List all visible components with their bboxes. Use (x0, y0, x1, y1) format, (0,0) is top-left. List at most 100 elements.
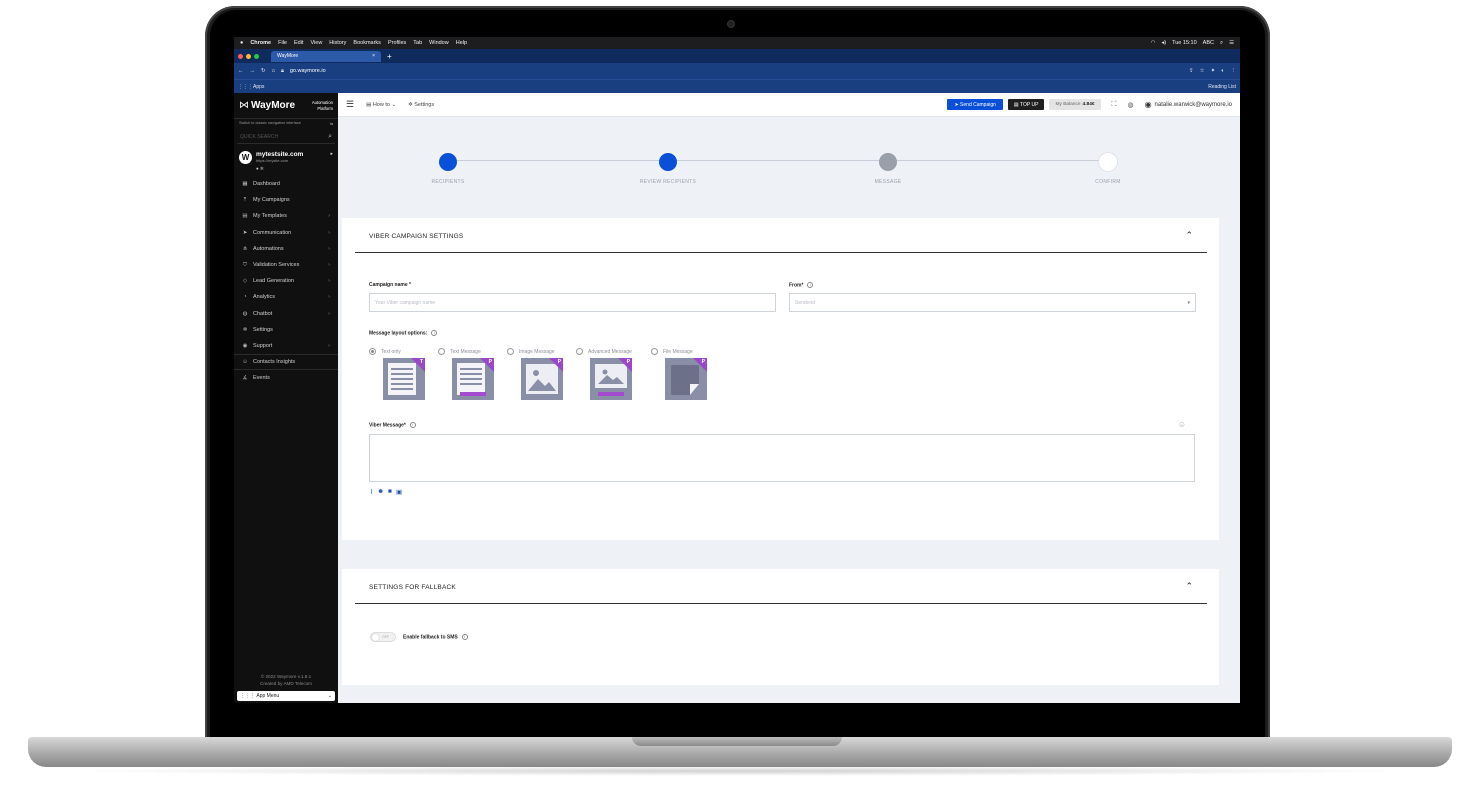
browser-tab[interactable]: WayMore × (271, 50, 381, 62)
search-icon[interactable]: ⌕ (328, 133, 332, 141)
address-bar[interactable]: go.waymore.io (290, 68, 326, 74)
info-icon[interactable]: i (431, 330, 438, 336)
sidebar-item-my-campaigns[interactable]: ⤒ My Campaigns (234, 192, 338, 208)
share-icon[interactable]: ⇪ (1189, 68, 1194, 74)
attach-icon[interactable]: ⌇ (370, 488, 373, 496)
apps-icon[interactable]: ⋮⋮⋮ (238, 84, 253, 90)
menu-app-name[interactable]: Chrome (250, 40, 271, 46)
new-tab-button[interactable]: + (387, 52, 392, 61)
apple-icon[interactable]: ● (240, 40, 243, 46)
step-recipients[interactable]: RECIPIENTS (388, 153, 508, 185)
site-name[interactable]: mytestsite.com (256, 151, 303, 158)
toggle-icon[interactable]: ⇆ (330, 121, 333, 126)
sidebar-item-communication[interactable]: ➤ Communication › (234, 225, 338, 241)
save-icon[interactable]: ■ (388, 488, 392, 496)
wifi-icon[interactable]: ◠ (1151, 40, 1156, 47)
brand-name[interactable]: WayMore (251, 100, 295, 111)
menu-file[interactable]: File (278, 40, 287, 46)
personalize-icon[interactable]: ☻ (377, 488, 384, 496)
step-review-recipients[interactable]: REVIEW RECIPIENTS (608, 153, 728, 185)
more-icon[interactable]: ⋮ (1231, 68, 1237, 74)
quick-search-input[interactable]: QUICK SEARCH (240, 134, 278, 140)
radio-circle[interactable] (438, 348, 445, 355)
radio-circle[interactable] (651, 348, 658, 355)
fullscreen-icon[interactable]: ⛶ (1112, 101, 1117, 109)
control-center-icon[interactable]: ☰ (1229, 40, 1234, 47)
radio-circle[interactable] (369, 348, 376, 355)
emoji-icon[interactable]: ☺ (1178, 420, 1186, 429)
maximize-window-button[interactable] (254, 53, 259, 59)
from-select[interactable]: Senderid ▾ (789, 293, 1196, 312)
reload-icon[interactable]: ↻ (261, 68, 266, 74)
sidebar-item-support[interactable]: ◉ Support › (234, 338, 338, 354)
extensions-icon[interactable]: ✦ (1211, 68, 1216, 74)
info-icon[interactable]: i (409, 422, 416, 428)
image-message-thumbnail[interactable]: P (521, 358, 563, 400)
step-confirm[interactable]: CONFIRM (1048, 153, 1168, 185)
top-up-button[interactable]: ▤ TOP UP (1007, 99, 1045, 110)
header-settings[interactable]: ✲ Settings (408, 102, 434, 108)
sidebar-item-validation-services[interactable]: ⛉ Validation Services › (234, 257, 338, 273)
sidebar-item-settings[interactable]: ✲ Settings (234, 322, 338, 338)
home-icon[interactable]: ⌂ (272, 68, 275, 74)
sidebar-item-lead-generation[interactable]: ◇ Lead Generation › (234, 273, 338, 289)
layout-text-only[interactable]: Text only T (369, 348, 425, 400)
close-window-button[interactable] (238, 53, 243, 59)
sidebar-item-analytics[interactable]: ◔ Analytics › (234, 289, 338, 305)
globe-icon[interactable]: ◍ (1127, 101, 1133, 109)
collapse-icon[interactable]: ⌃ (1185, 581, 1193, 592)
info-icon[interactable]: i (807, 282, 814, 288)
apps-bookmark[interactable]: Apps (253, 84, 264, 90)
volume-icon[interactable]: ◂) (1161, 40, 1166, 47)
app-menu-select[interactable]: ⋮⋮⋮ App Menu ⌄ (237, 691, 335, 701)
fallback-toggle[interactable]: OFF (370, 632, 396, 642)
sidebar-item-chatbot[interactable]: ◍ Chatbot › (234, 306, 338, 322)
layout-image-message[interactable]: Image Message P (507, 348, 563, 400)
hamburger-menu-icon[interactable]: ☰ (346, 99, 354, 110)
sidebar-item-dashboard[interactable]: ▦ Dashboard (234, 176, 338, 192)
forward-icon[interactable]: → (250, 68, 256, 74)
step-message[interactable]: MESSAGE (828, 153, 948, 185)
layout-file-message[interactable]: File Message P (651, 348, 707, 400)
menu-view[interactable]: View (310, 40, 322, 46)
menu-profiles[interactable]: Profiles (388, 40, 406, 46)
menu-help[interactable]: Help (456, 40, 467, 46)
spotlight-icon[interactable]: ⌕ (1220, 40, 1223, 47)
how-to-menu[interactable]: ▤ How to ⌄ (366, 102, 396, 108)
sidebar-item-contacts-insights[interactable]: ☺ Contacts Insights (234, 354, 338, 371)
layout-text-message[interactable]: Text Message P (438, 348, 494, 400)
settings-icon[interactable]: ✲ (260, 166, 264, 171)
menu-tab[interactable]: Tab (413, 40, 422, 46)
input-language[interactable]: ABC (1203, 40, 1214, 47)
layout-radio[interactable]: Image Message (507, 348, 563, 355)
reading-list[interactable]: Reading List (1208, 84, 1236, 90)
sidebar-item-automations[interactable]: ⋔ Automations › (234, 241, 338, 257)
minimize-window-button[interactable] (246, 53, 251, 59)
viber-message-textarea[interactable] (369, 434, 1195, 482)
send-campaign-button[interactable]: ➤ Send Campaign (947, 99, 1003, 110)
switch-navigation[interactable]: Switch to classic navigation interface ⇆ (234, 119, 338, 128)
info-icon[interactable]: ● (256, 166, 259, 171)
layout-advanced-message[interactable]: Advanced Message P (576, 348, 632, 400)
menu-edit[interactable]: Edit (294, 40, 303, 46)
text-only-thumbnail[interactable]: T (383, 358, 425, 400)
layout-radio[interactable]: Text only (369, 348, 425, 355)
site-selector[interactable]: W mytestsite.com https://mysite.com ▸ (234, 146, 338, 166)
close-tab-icon[interactable]: × (372, 53, 375, 59)
layout-radio[interactable]: File Message (651, 348, 707, 355)
back-icon[interactable]: ← (238, 68, 244, 74)
template-icon[interactable]: ▣ (396, 488, 402, 496)
collapse-icon[interactable]: ⌃ (1185, 230, 1193, 241)
clock[interactable]: Tue 15:10 (1172, 40, 1197, 47)
campaign-name-input[interactable]: Your Viber campaign name (369, 293, 776, 312)
radio-circle[interactable] (576, 348, 583, 355)
menu-bookmarks[interactable]: Bookmarks (353, 40, 381, 46)
user-menu[interactable]: ◉ natalie.warwick@waymore.io (1145, 100, 1232, 109)
menu-history[interactable]: History (329, 40, 346, 46)
menu-window[interactable]: Window (429, 40, 449, 46)
text-message-thumbnail[interactable]: P (452, 358, 494, 400)
info-icon[interactable]: i (461, 634, 468, 640)
site-menu-icon[interactable]: ▸ (330, 151, 333, 164)
layout-radio[interactable]: Text Message (438, 348, 494, 355)
quick-search[interactable]: QUICK SEARCH ⌕ (237, 130, 335, 144)
